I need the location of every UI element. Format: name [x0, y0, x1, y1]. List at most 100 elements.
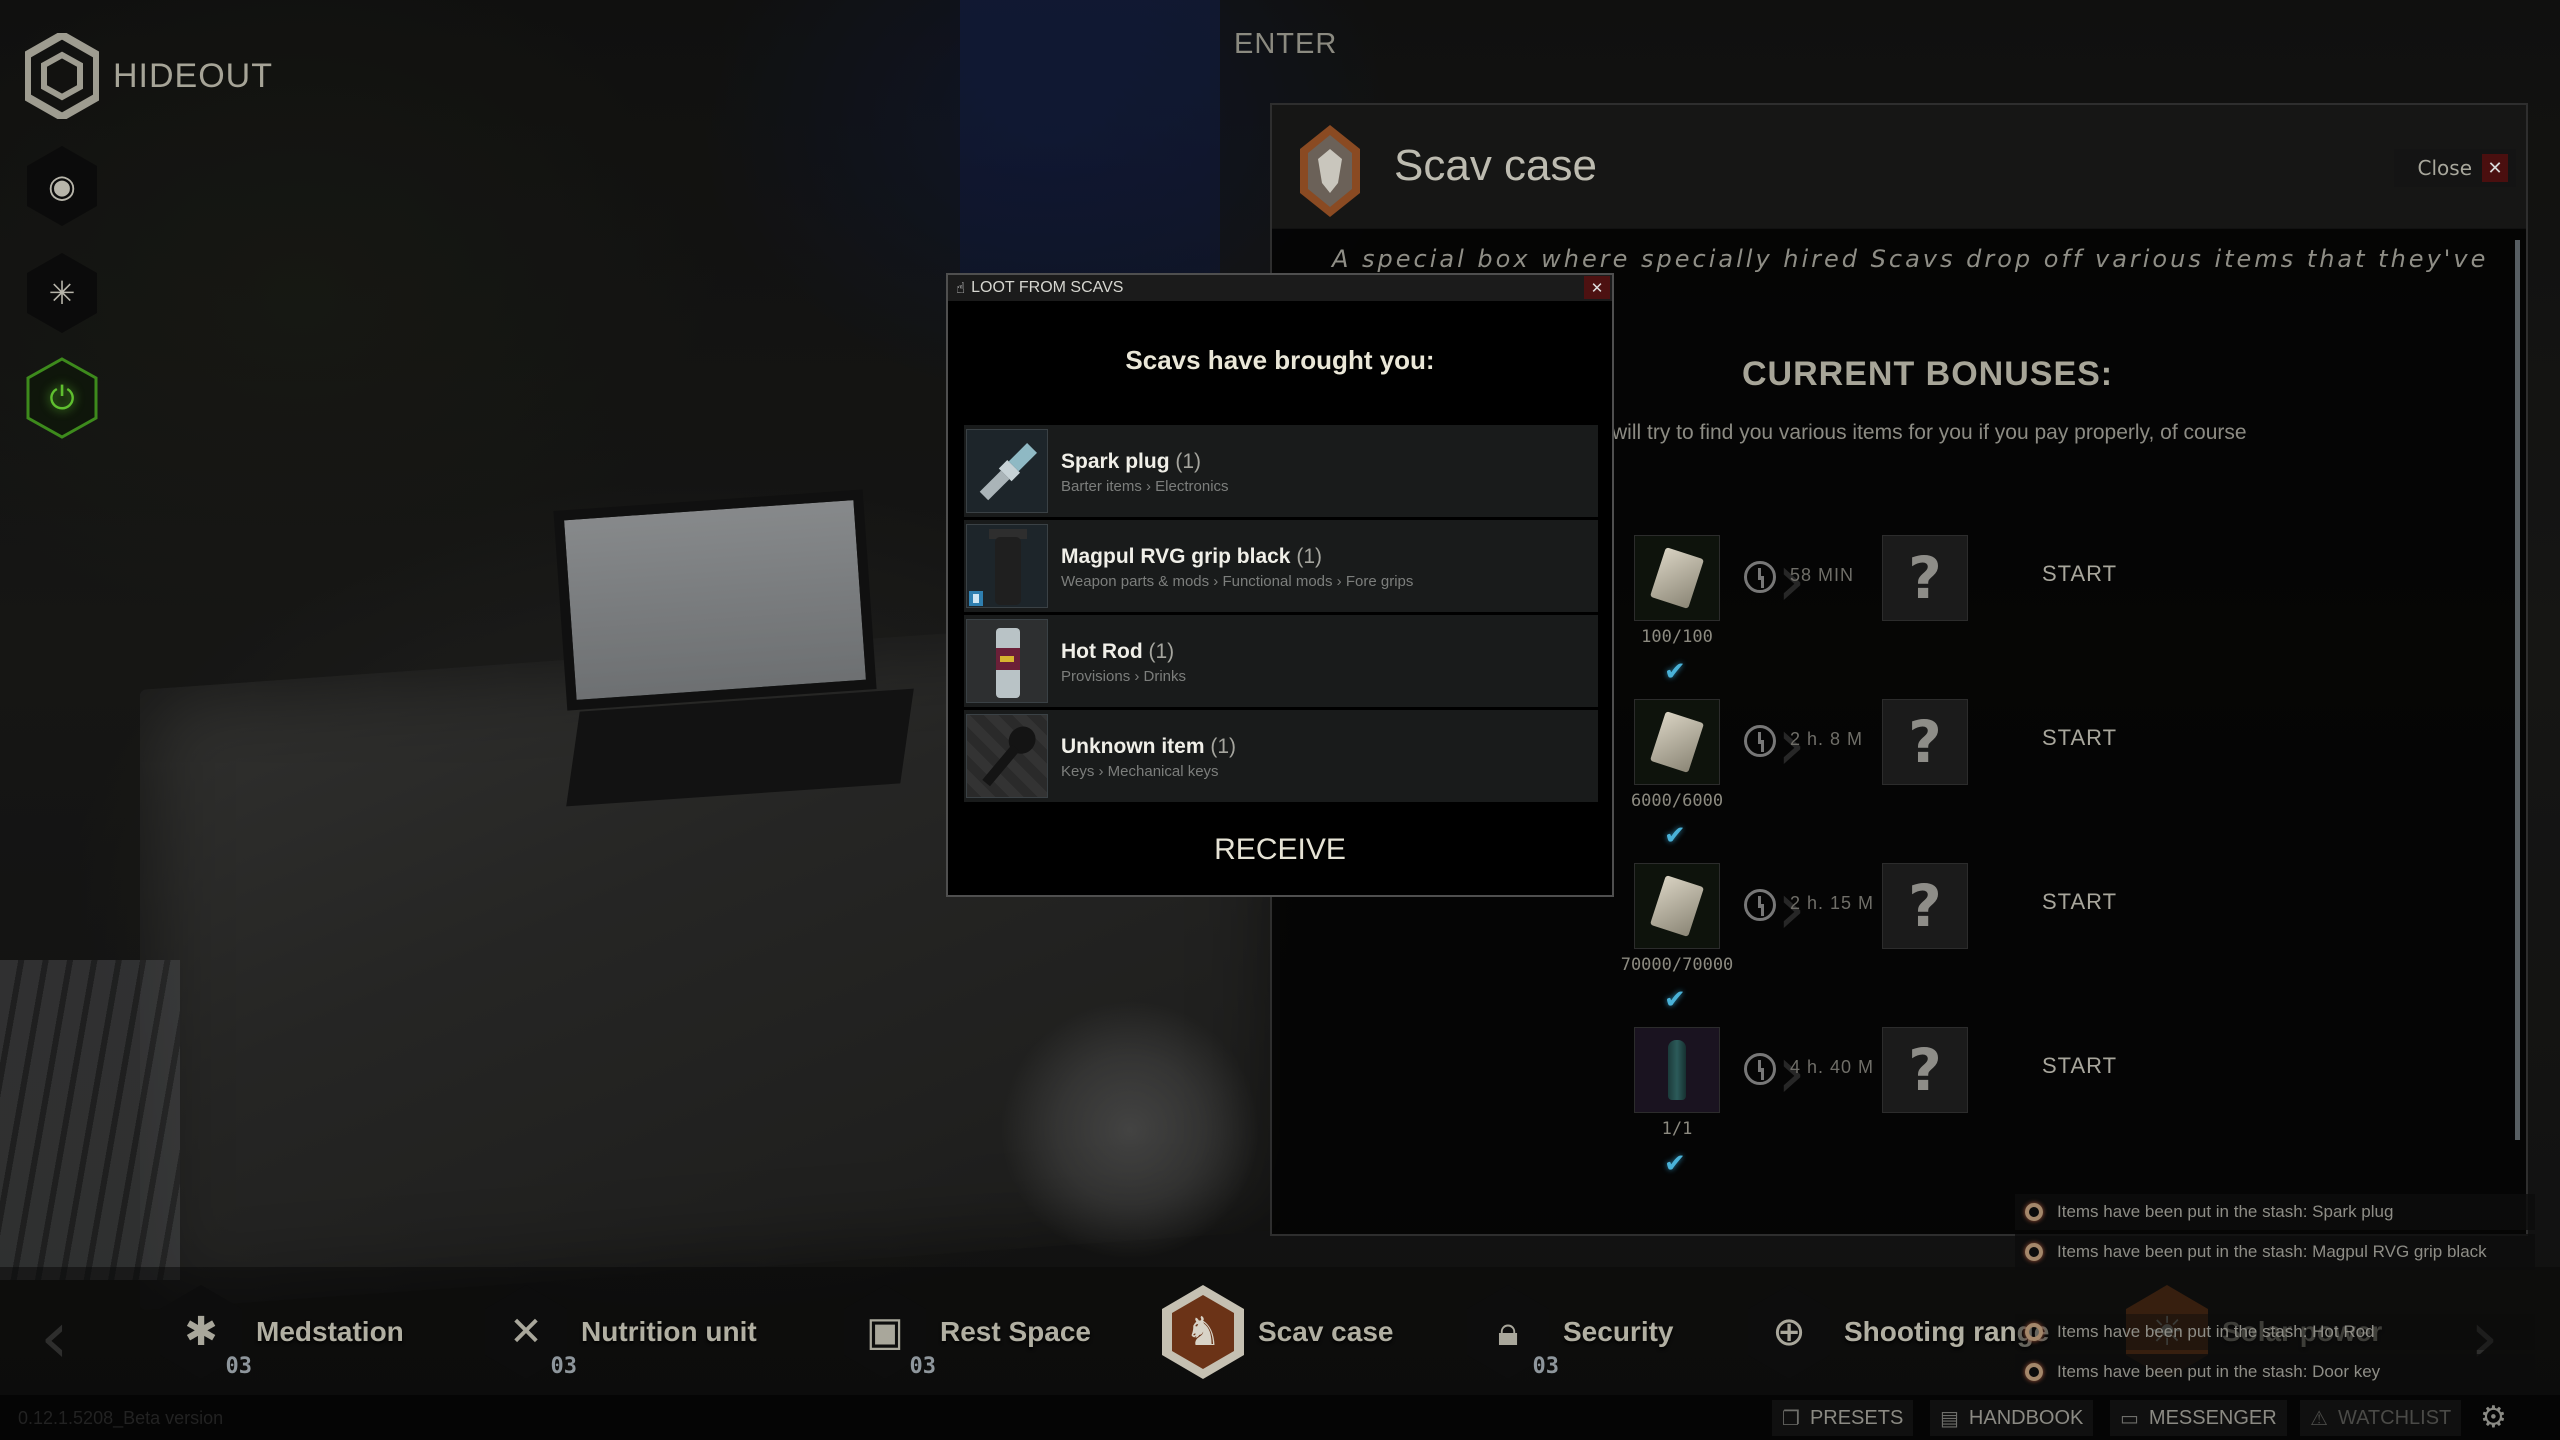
notification[interactable]: Items have been put in the stash: Door k… [2015, 1354, 2535, 1390]
clock-icon [1744, 561, 1776, 593]
messenger-button[interactable]: ▭ MESSENGER [2110, 1400, 2287, 1436]
messenger-icon: ▭ [2120, 1406, 2139, 1430]
area-level: 03 [550, 1354, 578, 1379]
offer-start-button[interactable]: START [2042, 1053, 2117, 1079]
key-icon [966, 714, 1048, 798]
light-icon: ✳ [48, 274, 76, 312]
area-level: 03 [225, 1354, 253, 1379]
offer-duration: 2 h. 8 M [1790, 729, 1864, 749]
security-icon: 🔒︎ [1497, 1309, 1519, 1355]
close-icon: ✕ [1590, 278, 1604, 297]
notification[interactable]: Items have been put in the stash: Hot Ro… [2015, 1314, 2535, 1350]
offer-reward-unknown: ? [1882, 699, 1968, 785]
bottle-icon [1668, 1040, 1686, 1100]
hideout-brand: HIDEOUT [25, 33, 273, 119]
rest-space-icon: ▣ [866, 1309, 904, 1355]
offer-duration: 2 h. 15 M [1790, 893, 1875, 913]
offer-row: 1/1 ✔ › 4 h. 40 M ? START [1272, 1027, 2526, 1179]
spark-plug-icon [966, 429, 1048, 513]
notification-icon [2025, 1323, 2043, 1341]
offer-start-button[interactable]: START [2042, 889, 2117, 915]
loot-item-category: Barter items › Electronics [1061, 478, 1229, 495]
offer-cost-item[interactable] [1634, 1027, 1720, 1113]
notification-text: Items have been put in the stash: Door k… [2057, 1362, 2381, 1381]
handbook-button[interactable]: ▤ HANDBOOK [1930, 1400, 2094, 1436]
loot-item[interactable]: Spark plug (1) Barter items › Electronic… [964, 425, 1598, 517]
area-security[interactable]: 🔒︎ 03 Security [1465, 1283, 1674, 1381]
notification-icon [2025, 1203, 2043, 1221]
offer-cost-count: 1/1 [1661, 1119, 1693, 1139]
loot-item-name: Spark plug (1) [1061, 450, 1202, 473]
foregrip-icon [966, 524, 1048, 608]
area-label: Security [1563, 1316, 1674, 1347]
loot-item-category: Provisions › Drinks [1061, 668, 1187, 685]
receive-button[interactable]: RECEIVE [948, 833, 1612, 867]
clock-icon [1744, 725, 1776, 757]
energy-drink-icon [966, 619, 1048, 703]
area-shooting-range[interactable]: ⊕ Shooting range [1746, 1283, 2049, 1381]
areas-scroll-left-button[interactable]: ‹ [40, 1295, 69, 1379]
scav-case-icon [1300, 125, 1360, 217]
loot-item[interactable]: Magpul RVG grip black (1) Weapon parts &… [964, 520, 1598, 612]
offer-duration: 58 MIN [1790, 565, 1855, 585]
area-label: Medstation [256, 1316, 404, 1347]
notification[interactable]: Items have been put in the stash: Magpul… [2015, 1234, 2535, 1270]
offer-reward-unknown: ? [1882, 535, 1968, 621]
offer-duration: 4 h. 40 M [1790, 1057, 1875, 1077]
loot-item-name: Unknown item (1) [1061, 735, 1237, 758]
area-level: 03 [909, 1354, 937, 1379]
loot-item[interactable]: Unknown item (1) Keys › Mechanical keys [964, 710, 1598, 802]
dialog-close-button[interactable]: ✕ [1584, 276, 1610, 299]
roubles-icon [1649, 547, 1705, 609]
loot-from-scavs-dialog: ☝ LOOT FROM SCAVS ✕ Scavs have brought y… [946, 273, 1614, 897]
panel-close-button[interactable]: Close ✕ [2394, 149, 2516, 187]
roubles-icon [1649, 711, 1705, 773]
offer-start-button[interactable]: START [2042, 561, 2117, 587]
offer-start-button[interactable]: START [2042, 725, 2117, 751]
watchlist-label: WATCHLIST [2337, 1406, 2452, 1429]
offer-cost-item[interactable] [1634, 863, 1720, 949]
loot-item-name: Magpul RVG grip black (1) [1061, 545, 1322, 568]
handbook-icon: ▤ [1940, 1406, 1959, 1430]
area-scav-case[interactable]: ♞ Scav case [1160, 1283, 1393, 1381]
night-vision-icon: ◉ [48, 167, 76, 205]
check-icon: ✔ [1664, 821, 1686, 851]
version-label: 0.12.1.5208_Beta version [18, 1408, 224, 1428]
current-bonuses-title: CURRENT BONUSES: [1742, 355, 2114, 393]
hand-pointer-icon: ☝ [956, 279, 966, 297]
warning-icon: ⚠ [2310, 1406, 2328, 1430]
offer-reward-unknown: ? [1882, 1027, 1968, 1113]
night-vision-toggle[interactable]: ◉ [26, 145, 98, 227]
area-level: 03 [1532, 1354, 1560, 1379]
area-medstation[interactable]: ✱ 03 Medstation [158, 1283, 404, 1381]
dialog-heading: Scavs have brought you: [1125, 345, 1435, 375]
settings-gear-icon[interactable]: ⚙ [2480, 1400, 2507, 1435]
area-nutrition-unit[interactable]: ✕ 03 Nutrition unit [483, 1283, 757, 1381]
medstation-icon: ✱ [184, 1309, 218, 1355]
offer-cost-item[interactable] [1634, 535, 1720, 621]
offer-cost-item[interactable] [1634, 699, 1720, 785]
light-toggle[interactable]: ✳ [26, 252, 98, 334]
scav-case-icon: ♞ [1185, 1309, 1221, 1355]
dialog-titlebar[interactable]: ☝ LOOT FROM SCAVS [948, 275, 1612, 301]
generator-power-toggle[interactable]: ⏻ [26, 357, 98, 439]
messenger-label: MESSENGER [2148, 1406, 2277, 1429]
area-label: Nutrition unit [581, 1316, 757, 1347]
presets-button[interactable]: ❐ PRESETS [1772, 1400, 1914, 1436]
check-icon: ✔ [1664, 985, 1686, 1015]
offer-reward-unknown: ? [1882, 863, 1968, 949]
notification-text: Items have been put in the stash: Spark … [2057, 1202, 2394, 1221]
panel-header: Scav case Close ✕ [1272, 105, 2526, 229]
notification[interactable]: Items have been put in the stash: Spark … [2015, 1194, 2535, 1230]
close-icon: ✕ [2482, 154, 2508, 182]
clock-icon [1744, 1053, 1776, 1085]
area-label: Scav case [1258, 1316, 1394, 1347]
handbook-label: HANDBOOK [1968, 1406, 2084, 1429]
loot-item-name: Hot Rod (1) [1061, 640, 1175, 663]
enter-label[interactable]: ENTER [1234, 28, 1337, 61]
area-rest-space[interactable]: ▣ 03 Rest Space [842, 1283, 1091, 1381]
presets-label: PRESETS [1809, 1406, 1904, 1429]
loot-item[interactable]: Hot Rod (1) Provisions › Drinks [964, 615, 1598, 707]
notification-text: Items have been put in the stash: Magpul… [2057, 1242, 2487, 1261]
watchlist-button[interactable]: ⚠ WATCHLIST [2300, 1400, 2462, 1436]
